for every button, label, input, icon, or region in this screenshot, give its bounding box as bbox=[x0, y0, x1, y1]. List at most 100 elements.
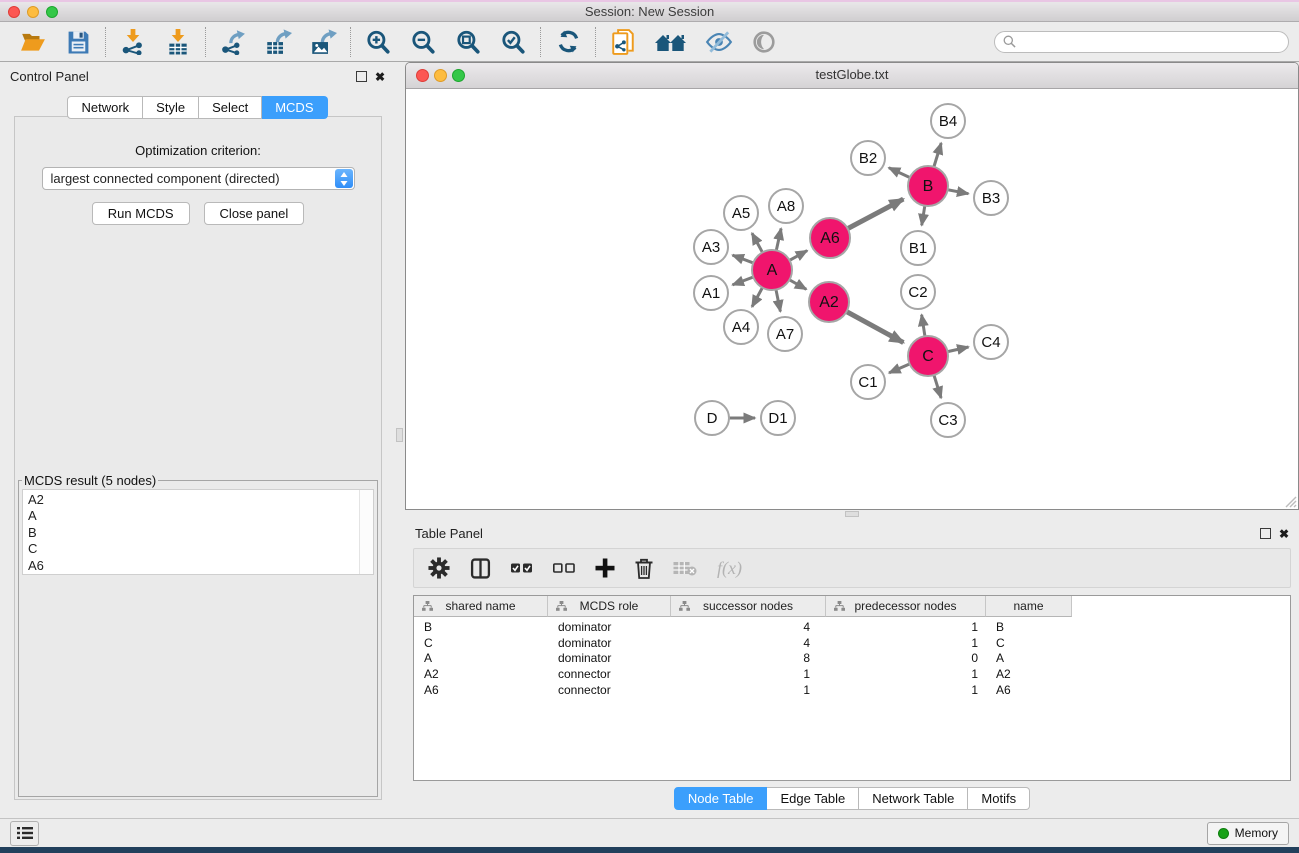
refresh-layout-icon[interactable] bbox=[554, 28, 582, 56]
table-row[interactable]: Adominator80A bbox=[414, 651, 1290, 667]
minimize-network-button[interactable] bbox=[434, 69, 447, 82]
table-cell[interactable]: 4 bbox=[671, 636, 826, 650]
table-row[interactable]: A2connector11A2 bbox=[414, 666, 1290, 682]
clone-network-icon[interactable] bbox=[609, 28, 637, 56]
mcds-result-item[interactable]: C bbox=[28, 541, 359, 557]
table-row[interactable]: Bdominator41B bbox=[414, 619, 1290, 635]
table-cell[interactable]: A bbox=[986, 651, 1072, 665]
optimization-criterion-dropdown[interactable]: largest connected component (directed) bbox=[42, 167, 355, 190]
import-network-icon[interactable] bbox=[119, 28, 147, 56]
table-cell[interactable]: B bbox=[986, 620, 1072, 634]
column-header-successor-nodes[interactable]: successor nodes bbox=[671, 596, 826, 617]
close-panel-button[interactable]: Close panel bbox=[204, 202, 305, 225]
export-table-icon[interactable] bbox=[264, 28, 292, 56]
table-cell[interactable]: 1 bbox=[826, 683, 986, 697]
table-cell[interactable]: connector bbox=[548, 683, 671, 697]
function-builder-icon[interactable]: f(x) bbox=[717, 558, 742, 579]
tab-mcds[interactable]: MCDS bbox=[262, 96, 327, 119]
table-cell[interactable]: 1 bbox=[826, 620, 986, 634]
tab-network-table[interactable]: Network Table bbox=[859, 787, 968, 810]
tab-select[interactable]: Select bbox=[199, 96, 262, 119]
table-row[interactable]: A6connector11A6 bbox=[414, 682, 1290, 698]
mcds-result-item[interactable]: A6 bbox=[28, 558, 359, 574]
zoom-window-button[interactable] bbox=[46, 6, 58, 18]
table-cell[interactable]: A bbox=[414, 651, 548, 665]
tab-network[interactable]: Network bbox=[67, 96, 143, 119]
resize-grip[interactable] bbox=[1283, 494, 1297, 508]
column-view-icon[interactable] bbox=[470, 556, 491, 580]
column-header-name[interactable]: name bbox=[986, 596, 1072, 617]
export-network-icon[interactable] bbox=[219, 28, 247, 56]
tab-style[interactable]: Style bbox=[143, 96, 199, 119]
tab-node-table[interactable]: Node Table bbox=[674, 787, 768, 810]
node-label-B: B bbox=[923, 178, 934, 195]
table-cell[interactable]: connector bbox=[548, 667, 671, 681]
zoom-selected-icon[interactable] bbox=[499, 28, 527, 56]
hide-details-eye-icon[interactable] bbox=[705, 28, 733, 56]
node-label-A6: A6 bbox=[820, 230, 840, 247]
table-cell[interactable]: dominator bbox=[548, 651, 671, 665]
zoom-in-icon[interactable] bbox=[364, 28, 392, 56]
table-cell[interactable]: 4 bbox=[671, 620, 826, 634]
search-field[interactable] bbox=[994, 31, 1289, 53]
table-cell[interactable]: A6 bbox=[414, 683, 548, 697]
splitter-grip[interactable] bbox=[396, 428, 403, 442]
network-window-titlebar[interactable]: testGlobe.txt bbox=[406, 63, 1298, 89]
table-options-gear-icon[interactable] bbox=[428, 556, 450, 580]
open-session-icon[interactable] bbox=[19, 28, 47, 56]
close-panel-icon[interactable]: ✖ bbox=[1279, 529, 1289, 539]
task-history-button[interactable] bbox=[10, 821, 39, 846]
mcds-result-item[interactable]: A2 bbox=[28, 492, 359, 508]
tab-motifs[interactable]: Motifs bbox=[968, 787, 1030, 810]
import-table-icon[interactable] bbox=[164, 28, 192, 56]
delete-table-icon[interactable] bbox=[673, 556, 697, 580]
table-cell[interactable]: C bbox=[414, 636, 548, 650]
table-cell[interactable]: A2 bbox=[986, 667, 1072, 681]
zoom-fit-icon[interactable] bbox=[454, 28, 482, 56]
tab-edge-table[interactable]: Edge Table bbox=[767, 787, 859, 810]
column-header-MCDS-role[interactable]: MCDS role bbox=[548, 596, 671, 617]
table-cell[interactable]: 1 bbox=[671, 683, 826, 697]
node-label-C2: C2 bbox=[908, 284, 927, 301]
table-cell[interactable]: 8 bbox=[671, 651, 826, 665]
column-header-predecessor-nodes[interactable]: predecessor nodes bbox=[826, 596, 986, 617]
mcds-result-item[interactable]: B bbox=[28, 525, 359, 541]
table-cell[interactable]: 0 bbox=[826, 651, 986, 665]
close-network-button[interactable] bbox=[416, 69, 429, 82]
vertical-splitter[interactable] bbox=[395, 62, 405, 818]
horizontal-splitter[interactable] bbox=[405, 510, 1299, 518]
table-cell[interactable]: 1 bbox=[826, 667, 986, 681]
float-panel-icon[interactable] bbox=[356, 71, 367, 82]
table-cell[interactable]: A6 bbox=[986, 683, 1072, 697]
table-cell[interactable]: 1 bbox=[826, 636, 986, 650]
save-session-icon[interactable] bbox=[64, 28, 92, 56]
show-graphics-details-eye-icon[interactable] bbox=[750, 28, 778, 56]
table-cell[interactable]: C bbox=[986, 636, 1072, 650]
table-cell[interactable]: B bbox=[414, 620, 548, 634]
splitter-grip[interactable] bbox=[845, 511, 859, 517]
mcds-result-item[interactable]: A bbox=[28, 508, 359, 524]
deselect-all-checks-icon[interactable] bbox=[553, 556, 575, 580]
show-networks-home-icon[interactable] bbox=[654, 28, 688, 56]
select-all-checks-icon[interactable] bbox=[511, 556, 533, 580]
table-cell[interactable]: dominator bbox=[548, 620, 671, 634]
search-input[interactable] bbox=[1021, 34, 1280, 50]
memory-button[interactable]: Memory bbox=[1207, 822, 1289, 845]
table-cell[interactable]: A2 bbox=[414, 667, 548, 681]
column-header-shared-name[interactable]: shared name bbox=[414, 596, 548, 617]
export-image-icon[interactable] bbox=[309, 28, 337, 56]
close-panel-icon[interactable]: ✖ bbox=[375, 72, 385, 82]
minimize-window-button[interactable] bbox=[27, 6, 39, 18]
run-mcds-button[interactable]: Run MCDS bbox=[92, 202, 190, 225]
zoom-network-button[interactable] bbox=[452, 69, 465, 82]
delete-column-trash-icon[interactable] bbox=[635, 556, 653, 580]
network-canvas[interactable]: B4B2BB3A8A5A6A3B1AC2A1A2A4A7C4CC1DD1C3 bbox=[406, 89, 1298, 509]
table-row[interactable]: Cdominator41C bbox=[414, 635, 1290, 651]
add-column-icon[interactable] bbox=[595, 556, 615, 580]
table-cell[interactable]: dominator bbox=[548, 636, 671, 650]
close-window-button[interactable] bbox=[8, 6, 20, 18]
table-cell[interactable]: 1 bbox=[671, 667, 826, 681]
zoom-out-icon[interactable] bbox=[409, 28, 437, 56]
float-panel-icon[interactable] bbox=[1260, 528, 1271, 539]
scrollbar-track[interactable] bbox=[359, 490, 373, 574]
